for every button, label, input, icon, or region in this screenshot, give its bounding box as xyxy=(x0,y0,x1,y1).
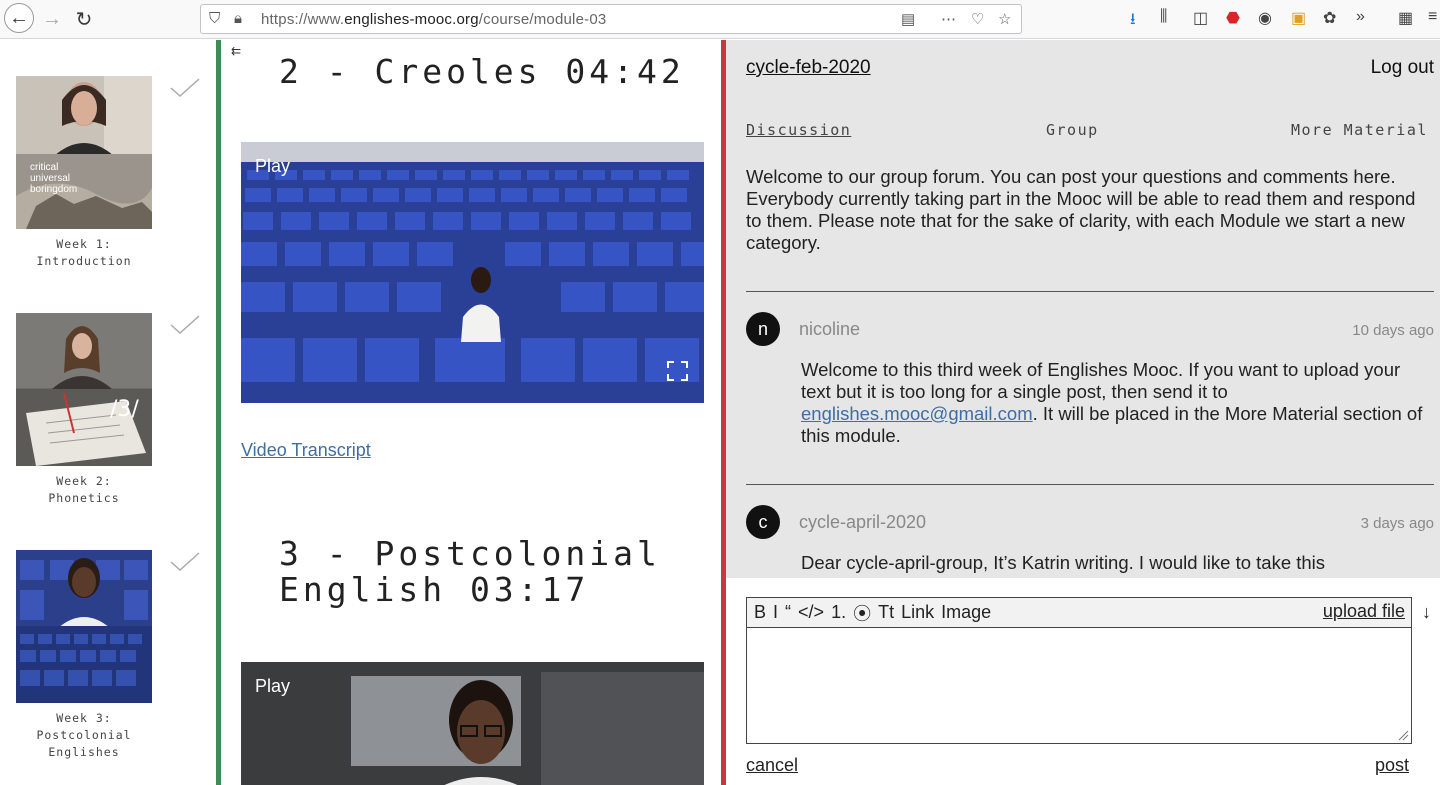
email-link[interactable]: englishes.mooc@gmail.com xyxy=(801,403,1033,424)
forum-welcome-text: Welcome to our group forum. You can post… xyxy=(746,166,1416,253)
week-2-check-icon xyxy=(170,315,200,335)
shield-icon[interactable]: ⛉ xyxy=(209,10,220,27)
week-2-thumbnail[interactable]: /3/ xyxy=(16,313,152,466)
video-player-2[interactable]: Play xyxy=(241,662,704,785)
image-button[interactable]: Image xyxy=(941,602,991,623)
bookmark-star-icon[interactable]: ☆ xyxy=(998,10,1011,28)
week-item-3[interactable]: Week 3: Postcolonial Englishes xyxy=(16,550,152,761)
reload-icon: ↻ xyxy=(75,8,93,31)
week-item-1[interactable]: critical universal boringdom Week 1: Int… xyxy=(16,76,152,270)
video-1-title: 2 - Creoles 04:42 xyxy=(279,52,685,91)
post-divider xyxy=(746,484,1434,485)
week-3-image xyxy=(16,550,152,703)
library-icon[interactable]: ⫼ xyxy=(1160,8,1167,26)
reader-view-icon[interactable]: ▤ xyxy=(901,10,915,28)
cycle-link[interactable]: cycle-feb-2020 xyxy=(746,57,871,79)
week-2-image xyxy=(16,313,152,466)
video-2-title: 3 - Postcolonial English 03:17 xyxy=(279,534,661,609)
bullet-list-button[interactable]: ⦿ xyxy=(853,600,871,626)
avatar[interactable]: c xyxy=(746,505,780,539)
post-timestamp: 3 days ago xyxy=(1360,515,1434,532)
url-prefix: https://www. xyxy=(261,11,345,28)
back-button[interactable]: ← xyxy=(4,3,34,33)
account-icon[interactable]: ◉ xyxy=(1258,8,1272,28)
tab-discussion[interactable]: Discussion xyxy=(746,121,851,139)
extension-puzzle-icon[interactable]: ✿ xyxy=(1323,8,1336,28)
gift-icon[interactable]: ▦ xyxy=(1398,8,1413,28)
post-author[interactable]: nicoline xyxy=(799,319,860,340)
week-1-check-icon xyxy=(170,78,200,98)
italic-button[interactable]: I xyxy=(773,602,778,623)
arrow-down-icon[interactable]: ↓ xyxy=(1422,602,1431,623)
pocket-icon[interactable]: ♡ xyxy=(971,10,984,28)
week-3-thumbnail[interactable] xyxy=(16,550,152,703)
quote-button[interactable]: “ xyxy=(785,602,791,623)
week-3-check-icon xyxy=(170,552,200,572)
reply-textarea[interactable] xyxy=(746,627,1412,744)
week-1-thumbnail[interactable]: critical universal boringdom xyxy=(16,76,152,229)
week-1-overlay-text: critical universal boringdom xyxy=(30,162,78,195)
week-sidebar: critical universal boringdom Week 1: Int… xyxy=(0,40,216,785)
play-button-1[interactable]: Play xyxy=(255,156,290,177)
lock-icon: 🔒︎ xyxy=(234,10,242,27)
adblock-icon[interactable]: ⬣ xyxy=(1226,8,1240,28)
post-body-text: Welcome to this third week of Englishes … xyxy=(801,359,1401,402)
video-column: ⇇ 2 - Creoles 04:42 Play Video Transcrip… xyxy=(221,40,721,785)
post-author[interactable]: cycle-april-2020 xyxy=(799,512,926,533)
cancel-button[interactable]: cancel xyxy=(746,755,798,776)
video-1-frame xyxy=(241,142,704,403)
url-domain: englishes-mooc.org xyxy=(344,11,479,28)
post-divider xyxy=(746,291,1434,292)
menu-icon[interactable]: ≡ xyxy=(1428,8,1437,26)
post-body-text: Dear cycle-april-group, It’s Katrin writ… xyxy=(801,552,1326,573)
forum-panel: cycle-feb-2020 Log out Discussion Group … xyxy=(726,40,1440,578)
post-body: Dear cycle-april-group, It’s Katrin writ… xyxy=(801,552,1431,574)
reload-button[interactable]: ↻ xyxy=(70,5,98,33)
week-3-label: Week 3: Postcolonial Englishes xyxy=(36,711,132,759)
week-item-2[interactable]: /3/ Week 2: Phonetics xyxy=(16,313,152,507)
video-player-1[interactable]: Play xyxy=(241,142,704,403)
post-body: Welcome to this third week of Englishes … xyxy=(801,359,1431,447)
video-2-frame xyxy=(241,662,704,785)
browser-toolbar: ← → ↻ ⛉ 🔒︎ https://www.englishes-mooc.or… xyxy=(0,0,1440,39)
tab-group[interactable]: Group xyxy=(1046,121,1099,139)
more-actions-icon[interactable]: ⋯ xyxy=(941,10,956,28)
post-timestamp: 10 days ago xyxy=(1352,322,1434,339)
week-1-image xyxy=(16,76,152,229)
extension-icon[interactable]: ▣ xyxy=(1291,8,1306,28)
url-path: /course/module-03 xyxy=(478,11,607,28)
sidebar-icon[interactable]: ◫ xyxy=(1193,8,1208,28)
logout-button[interactable]: Log out xyxy=(1371,57,1434,79)
upload-file-link[interactable]: upload file xyxy=(1323,601,1405,622)
resize-handle-icon[interactable] xyxy=(1397,729,1409,741)
reply-editor: B I “ </> 1. ⦿ Tt Link Image upload file… xyxy=(726,578,1440,785)
editor-toolbar: B I “ </> 1. ⦿ Tt Link Image upload file xyxy=(746,597,1412,628)
play-button-2[interactable]: Play xyxy=(255,676,290,697)
post-button[interactable]: post xyxy=(1375,755,1409,776)
url-bar[interactable]: ⛉ 🔒︎ https://www.englishes-mooc.org/cour… xyxy=(200,4,1022,34)
bold-button[interactable]: B xyxy=(754,602,766,623)
arrow-right-icon: → xyxy=(42,7,62,30)
tab-more-material[interactable]: More Material xyxy=(1291,121,1428,139)
avatar[interactable]: n xyxy=(746,312,780,346)
arrow-left-icon: ← xyxy=(9,6,29,29)
heading-button[interactable]: Tt xyxy=(878,602,894,623)
overflow-icon[interactable]: » xyxy=(1356,8,1365,26)
download-icon[interactable]: ⭳ xyxy=(1130,8,1136,35)
week-2-label: Week 2: Phonetics xyxy=(48,474,120,505)
numbered-list-button[interactable]: 1. xyxy=(831,602,846,623)
url-text[interactable]: https://www.englishes-mooc.org/course/mo… xyxy=(261,11,606,28)
video-transcript-link[interactable]: Video Transcript xyxy=(241,440,371,461)
link-button[interactable]: Link xyxy=(901,602,934,623)
week-2-overlay-text: /3/ xyxy=(110,397,139,422)
week-1-label: Week 1: Introduction xyxy=(36,237,132,268)
collapse-icon[interactable]: ⇇ xyxy=(231,44,241,58)
forward-button[interactable]: → xyxy=(38,5,66,33)
code-button[interactable]: </> xyxy=(798,602,824,623)
